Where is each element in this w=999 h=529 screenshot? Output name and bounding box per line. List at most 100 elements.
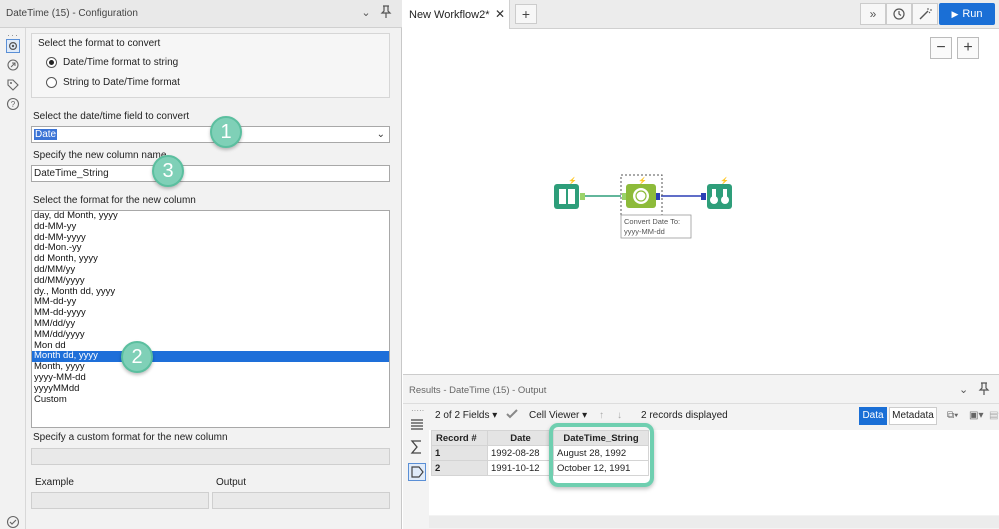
- svg-text:⚡: ⚡: [720, 176, 729, 185]
- column-name-input[interactable]: DateTime_String: [31, 165, 390, 182]
- row-number: 2: [431, 460, 488, 476]
- workflow-diagram: ⚡ ⚡ Convert Date To: yyyy-MM-dd ⚡: [554, 174, 732, 239]
- format-list-item[interactable]: dd-MM-yyyy: [32, 232, 389, 244]
- collapse-chevron-icon[interactable]: ⌄: [358, 5, 374, 21]
- arrow-down-icon[interactable]: ↓: [617, 410, 622, 421]
- run-button[interactable]: ▶ Run: [939, 3, 995, 25]
- tab-metadata[interactable]: Metadata: [889, 407, 937, 425]
- svg-text:⚡: ⚡: [638, 176, 647, 185]
- input-data-tool-icon[interactable]: ⚡: [554, 176, 585, 209]
- config-title: DateTime (15) - Configuration: [6, 8, 138, 19]
- radio-datetime-to-string[interactable]: Date/Time format to string: [46, 55, 178, 69]
- tag-icon[interactable]: [6, 78, 20, 92]
- horizontal-scrollbar[interactable]: [429, 516, 999, 528]
- history-icon[interactable]: [886, 3, 912, 25]
- pin-icon[interactable]: [978, 382, 990, 398]
- format-list-item[interactable]: yyyyMMdd: [32, 383, 389, 395]
- callout-badge-3: 3: [152, 155, 184, 187]
- save-icon[interactable]: ▣▾: [969, 410, 983, 421]
- format-list-label: Select the format for the new column: [33, 195, 196, 206]
- sigma-icon[interactable]: [409, 439, 425, 455]
- format-list-item[interactable]: dy., Month dd, yyyy: [32, 286, 389, 298]
- radio-button-unchecked[interactable]: [46, 76, 57, 88]
- format-list-item[interactable]: dd/MM/yyyy: [32, 275, 389, 287]
- close-icon[interactable]: ✕: [495, 7, 505, 21]
- run-button-label: Run: [962, 8, 983, 20]
- column-name-label: Specify the new column name: [33, 150, 167, 161]
- format-list-item[interactable]: day, dd Month, yyyy: [32, 211, 389, 222]
- drag-dots-icon: ·····: [411, 406, 425, 415]
- fields-selector[interactable]: 2 of 2 Fields ▾: [435, 410, 497, 421]
- date-field-value: Date: [34, 129, 58, 140]
- custom-format-input[interactable]: [31, 448, 390, 465]
- tab-label: New Workflow2*: [409, 9, 490, 21]
- cell-viewer-dropdown[interactable]: Cell Viewer ▾: [529, 410, 587, 421]
- callout-badge-2: 2: [121, 341, 153, 373]
- callout-badge-1: 1: [210, 116, 242, 148]
- results-grid: Record # Date DateTime_String 1 1992-08-…: [429, 430, 999, 515]
- table-cell[interactable]: 1992-08-28: [487, 445, 554, 461]
- tab-data[interactable]: Data: [859, 407, 887, 425]
- chevron-down-icon: ⌄: [376, 129, 385, 140]
- datetime-tool-icon[interactable]: ⚡: [620, 174, 663, 217]
- help-icon[interactable]: ?: [6, 97, 20, 111]
- results-panel: Results - DateTime (15) - Output ⌄ ·····…: [403, 374, 999, 529]
- format-listbox[interactable]: day, dd Month, yyyy dd-MM-yy dd-MM-yyyy dd-…: [31, 210, 390, 428]
- format-group-label: Select the format to convert: [38, 38, 161, 49]
- format-list-item[interactable]: MM/dd/yy: [32, 318, 389, 330]
- output-field: [212, 492, 390, 509]
- play-icon: ▶: [951, 9, 959, 19]
- radio-button-checked[interactable]: [46, 56, 57, 68]
- format-list-item[interactable]: dd/MM/yy: [32, 264, 389, 276]
- svg-text:?: ?: [11, 100, 16, 109]
- table-cell[interactable]: 1991-10-12: [487, 460, 554, 476]
- highlight-box: [549, 423, 654, 487]
- config-content: Select the format to convert Date/Time f…: [26, 28, 402, 529]
- arrow-up-icon[interactable]: ↑: [599, 410, 604, 421]
- pin-icon[interactable]: [378, 5, 394, 21]
- radio-string-to-datetime[interactable]: String to Date/Time format: [46, 75, 180, 89]
- export-icon[interactable]: ▤▾: [989, 410, 999, 421]
- apply-check-icon[interactable]: [505, 408, 519, 423]
- connection-icon[interactable]: [6, 58, 20, 72]
- format-list-item[interactable]: yyyy-MM-dd: [32, 372, 389, 384]
- config-header: DateTime (15) - Configuration ⌄: [0, 0, 402, 28]
- column-header-date[interactable]: Date: [487, 430, 554, 446]
- configuration-panel: DateTime (15) - Configuration ⌄ ··· ? Se…: [0, 0, 402, 529]
- custom-format-label: Specify a custom format for the new colu…: [33, 432, 228, 443]
- fields-count-label: 2 of 2 Fields: [435, 410, 490, 421]
- format-list-item[interactable]: Custom: [32, 394, 389, 406]
- field-select-label: Select the date/time field to convert: [33, 111, 190, 122]
- column-name-value: DateTime_String: [34, 168, 109, 179]
- config-sidebar: ··· ?: [0, 28, 26, 529]
- workflow-tab-bar: New Workflow2* ✕ + » ▶ Run: [403, 0, 999, 29]
- radio-string-to-datetime-label: String to Date/Time format: [63, 76, 180, 88]
- add-tab-button[interactable]: +: [515, 4, 537, 24]
- svg-text:⚡: ⚡: [568, 176, 577, 185]
- tool-annotation-line2: yyyy-MM-dd: [624, 227, 665, 236]
- tab-new-workflow2[interactable]: New Workflow2* ✕: [403, 0, 510, 29]
- results-title: Results - DateTime (15) - Output: [409, 385, 547, 396]
- results-toolbar: 2 of 2 Fields ▾ Cell Viewer ▾ ↑ ↓ 2 reco…: [429, 405, 999, 427]
- copy-icon[interactable]: ⧉▾: [947, 410, 958, 421]
- output-label: Output: [216, 477, 247, 488]
- collapse-chevron-icon[interactable]: ⌄: [959, 383, 968, 396]
- browse-tool-icon[interactable]: ⚡: [701, 176, 732, 209]
- gear-icon[interactable]: [6, 39, 20, 53]
- format-list-item[interactable]: dd Month, yyyy: [32, 253, 389, 265]
- row-number: 1: [431, 445, 488, 461]
- column-header-record[interactable]: Record #: [431, 430, 488, 446]
- format-list-item[interactable]: Month dd, yyyy: [32, 351, 389, 363]
- radio-datetime-to-string-label: Date/Time format to string: [63, 56, 179, 68]
- table-view-icon[interactable]: [409, 417, 425, 433]
- tag-view-icon[interactable]: [408, 463, 426, 481]
- cell-viewer-label: Cell Viewer: [529, 410, 580, 421]
- tool-annotation-line1: Convert Date To:: [624, 217, 680, 226]
- workflow-canvas[interactable]: − + ⚡ ⚡ Convert Date To: yyyy-MM-dd ⚡: [403, 29, 999, 374]
- format-list-item[interactable]: MM/dd/yyyy: [32, 329, 389, 341]
- example-label: Example: [35, 477, 74, 488]
- format-list-item[interactable]: dd-MM-yy: [32, 221, 389, 233]
- format-list-item[interactable]: MM-dd-yyyy: [32, 307, 389, 319]
- expand-chevrons-icon[interactable]: »: [860, 3, 886, 25]
- magic-wand-icon[interactable]: [912, 3, 938, 25]
